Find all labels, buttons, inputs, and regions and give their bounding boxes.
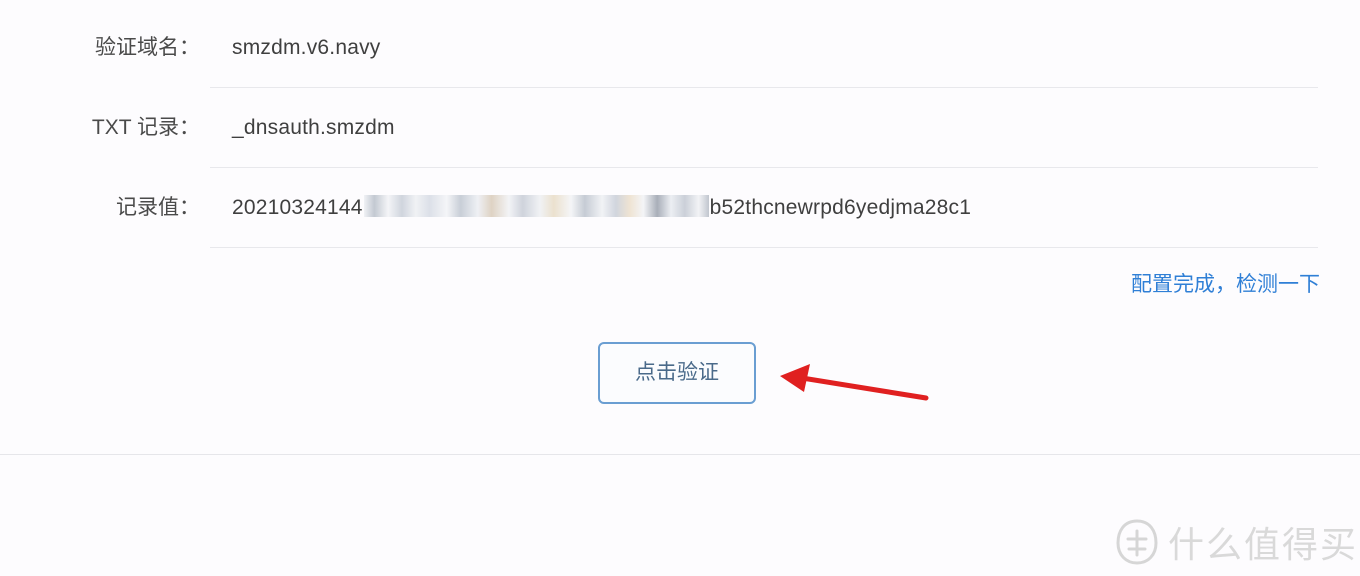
record-row-txt: TXT 记录： _dnsauth.smzdm xyxy=(0,88,1360,168)
record-value-text: 20210324144 b52thcnewrpd6yedjma28c1 xyxy=(232,168,971,248)
domain-value: smzdm.v6.navy xyxy=(232,36,381,59)
redacted-blur xyxy=(363,195,709,218)
watermark-text: 什么值得买 xyxy=(1168,525,1359,566)
check-config-link[interactable]: 配置完成，检测一下 xyxy=(1131,268,1320,298)
row-divider xyxy=(210,247,1318,248)
domain-label: 验证域名： xyxy=(95,36,200,59)
record-value-prefix: 20210324144 xyxy=(232,196,363,219)
watermark: 什么值得买 xyxy=(1114,512,1358,572)
verify-button[interactable]: 点击验证 xyxy=(598,342,756,404)
annotation-arrow-icon xyxy=(780,364,929,401)
record-value-suffix: b52thcnewrpd6yedjma28c1 xyxy=(709,196,972,219)
record-row-value: 记录值： 20210324144 b52thcnewrpd6yedjma28c1 xyxy=(0,168,1360,248)
txt-record-value: _dnsauth.smzdm xyxy=(232,116,395,139)
txt-record-label: TXT 记录： xyxy=(91,116,200,139)
record-value-label: 记录值： xyxy=(116,196,200,219)
record-row-domain: 验证域名： smzdm.v6.navy xyxy=(0,8,1360,88)
smzdm-logo-icon xyxy=(1116,519,1158,565)
footer-divider xyxy=(0,454,1360,455)
